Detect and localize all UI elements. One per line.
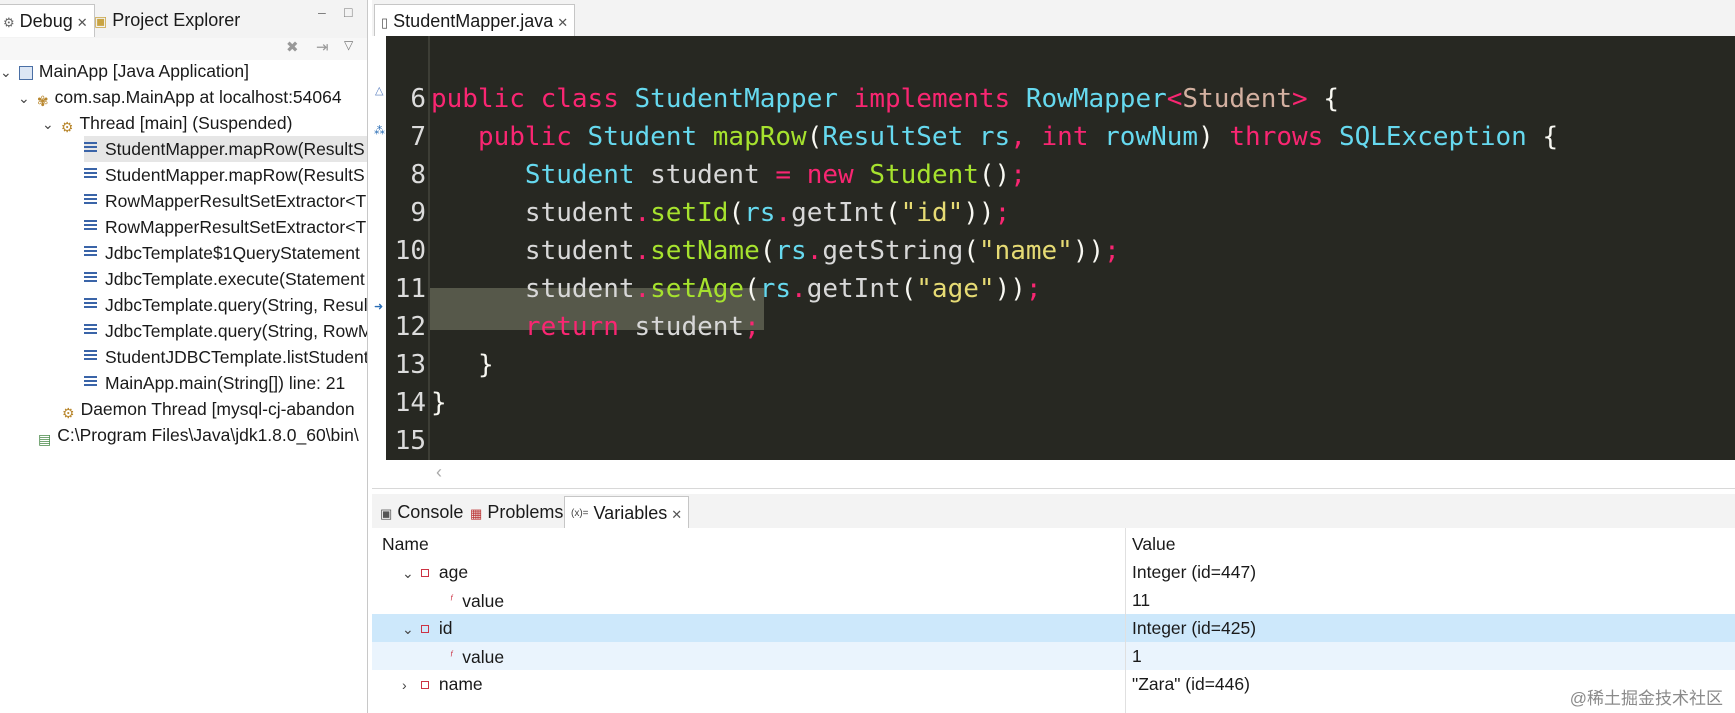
stack-frame-icon: [84, 348, 97, 362]
final-field-icon: ᶠ: [450, 594, 453, 606]
editor-annotation-ruler: △ ⁂ ➜: [372, 36, 386, 460]
close-icon[interactable]: ✕: [671, 507, 682, 522]
stack-frame-icon: [84, 140, 97, 154]
field-icon: [420, 625, 429, 633]
stack-frame[interactable]: JdbcTemplate.query(String, Resul: [84, 292, 367, 318]
chevron-down-icon[interactable]: ⌄: [402, 615, 416, 643]
stack-frame-icon: [84, 244, 97, 258]
stack-frame[interactable]: StudentMapper.mapRow(ResultS: [84, 136, 367, 162]
tree-launch[interactable]: ⌄ MainApp [Java Application]: [0, 58, 249, 84]
stack-frame-icon: [84, 296, 97, 310]
left-tab-bar: ⚙ Debug ✕ ▣ Project Explorer ‒ □: [0, 0, 367, 39]
thread-suspended-icon: ⚙: [60, 119, 74, 135]
stack-frame[interactable]: JdbcTemplate$1QueryStatement: [84, 240, 360, 266]
tab-console[interactable]: ▣ Console: [374, 496, 469, 528]
watermark: @稀土掘金技术社区: [1569, 689, 1723, 708]
field-icon: [420, 681, 429, 689]
step-icon[interactable]: ⇥: [316, 38, 329, 56]
stack-frame-icon: [84, 374, 97, 388]
table-row[interactable]: ᶠ value 1: [372, 642, 1735, 670]
table-row[interactable]: ⌄ id Integer (id=425): [372, 614, 1735, 642]
stack-frame[interactable]: RowMapperResultSetExtractor<T: [84, 214, 366, 240]
close-icon[interactable]: ✕: [77, 15, 88, 30]
stack-frame-icon: [84, 270, 97, 284]
code-line[interactable]: 6 public class StudentMapper implements R…: [386, 36, 1339, 114]
code-line[interactable]: 9 student.setId(rs.getInt("id"));: [386, 150, 1010, 228]
field-icon: [420, 569, 429, 577]
daemon-thread-icon: ⚙: [62, 405, 75, 421]
code-editor[interactable]: 6 public class StudentMapper implements R…: [386, 36, 1735, 460]
code-line[interactable]: 11 student.setAge(rs.getInt("age"));: [386, 226, 1042, 304]
instruction-pointer-icon: ➜: [374, 301, 384, 313]
minimize-icon[interactable]: ‒: [318, 4, 326, 20]
editor-horizontal-scrollbar[interactable]: ‹: [372, 460, 1735, 489]
bottom-tab-bar: ▣ Console ▦ Problems (x)= Variables ✕: [372, 494, 1735, 529]
chevron-down-icon[interactable]: ⌄: [42, 111, 56, 137]
stack-frame[interactable]: StudentMapper.mapRow(ResultS: [84, 162, 365, 188]
tree-process[interactable]: ▤ C:\Program Files\Java\jdk1.8.0_60\bin\: [38, 422, 359, 448]
code-line[interactable]: 14}: [386, 340, 449, 418]
column-divider[interactable]: [1125, 528, 1126, 713]
scroll-left-icon[interactable]: ‹: [436, 462, 442, 483]
stack-frame-icon: [84, 192, 97, 206]
close-icon[interactable]: ✕: [557, 15, 568, 30]
code-line[interactable]: 12 return student;: [386, 264, 760, 342]
chevron-down-icon[interactable]: ⌄: [0, 59, 14, 85]
debug-toolbar: ✖ ⇥ ▽: [0, 38, 367, 60]
process-icon: ▤: [38, 431, 52, 447]
tab-problems[interactable]: ▦ Problems: [464, 496, 569, 528]
code-line[interactable]: 8 Student student = new Student();: [386, 112, 1026, 190]
tree-thread-main[interactable]: ⌄ ⚙ Thread [main] (Suspended): [42, 110, 292, 136]
java-file-icon: ▯: [381, 15, 389, 30]
column-header-name[interactable]: Name: [382, 530, 429, 558]
tree-debug-target[interactable]: ⌄ ✾ com.sap.MainApp at localhost:54064: [18, 84, 342, 110]
tab-studentmapper-java[interactable]: ▯ StudentMapper.java ✕: [374, 4, 576, 37]
stack-frame[interactable]: JdbcTemplate.query(String, RowM: [84, 318, 367, 344]
override-marker-icon: △: [375, 85, 384, 97]
table-row[interactable]: › name "Zara" (id=446): [372, 670, 1735, 698]
debug-target-icon: ✾: [36, 93, 49, 109]
debug-view: ⚙ Debug ✕ ▣ Project Explorer ‒ □ ✖ ⇥ ▽ ⌄ …: [0, 0, 368, 713]
maximize-icon[interactable]: □: [344, 4, 352, 20]
stack-frame-icon: [84, 322, 97, 336]
chevron-right-icon[interactable]: ›: [402, 671, 416, 699]
table-header: Name Value: [372, 530, 1735, 558]
code-line[interactable]: 15: [386, 378, 449, 456]
column-header-value[interactable]: Value: [1132, 530, 1175, 558]
stack-frame-icon: [84, 166, 97, 180]
editor-tab-bar: ▯ StudentMapper.java ✕: [372, 0, 1735, 37]
view-menu-icon[interactable]: ▽: [344, 38, 353, 52]
variables-table: Name Value ⌄ age Integer (id=447) ᶠ value…: [372, 528, 1735, 713]
table-row[interactable]: ᶠ value 11: [372, 586, 1735, 614]
tab-variables[interactable]: (x)= Variables ✕: [564, 496, 690, 529]
code-line[interactable]: 10 student.setName(rs.getString("name"))…: [386, 188, 1120, 266]
variables-icon: (x)=: [571, 508, 589, 519]
table-row[interactable]: ⌄ age Integer (id=447): [372, 558, 1735, 586]
problems-icon: ▦: [470, 506, 483, 521]
stack-frame[interactable]: StudentJDBCTemplate.listStudent: [84, 344, 367, 370]
remove-terminated-icon[interactable]: ✖: [286, 38, 299, 56]
tree-daemon-thread[interactable]: ⚙ Daemon Thread [mysql-cj-abandon: [62, 396, 355, 422]
folder-icon: ▣: [94, 13, 108, 29]
chevron-down-icon[interactable]: ⌄: [402, 559, 416, 587]
stack-frame-icon: [84, 218, 97, 232]
stack-frame[interactable]: JdbcTemplate.execute(Statement: [84, 266, 365, 292]
code-line[interactable]: 7 public Student mapRow(ResultSet rs, in…: [386, 74, 1558, 152]
final-field-icon: ᶠ: [450, 650, 453, 662]
stack-frame[interactable]: RowMapperResultSetExtractor<T: [84, 188, 366, 214]
chevron-down-icon[interactable]: ⌄: [18, 85, 32, 111]
tab-debug[interactable]: ⚙ Debug ✕: [0, 4, 95, 37]
tab-project-explorer[interactable]: ▣ Project Explorer: [88, 4, 246, 36]
console-icon: ▣: [380, 506, 393, 521]
line-number-separator: [428, 36, 430, 460]
java-app-icon: [18, 66, 33, 80]
breakpoint-icon[interactable]: ⁂: [374, 124, 385, 137]
code-line[interactable]: 13 }: [386, 302, 494, 380]
debug-icon: ⚙: [3, 15, 15, 30]
stack-frame[interactable]: MainApp.main(String[]) line: 21: [84, 370, 345, 396]
